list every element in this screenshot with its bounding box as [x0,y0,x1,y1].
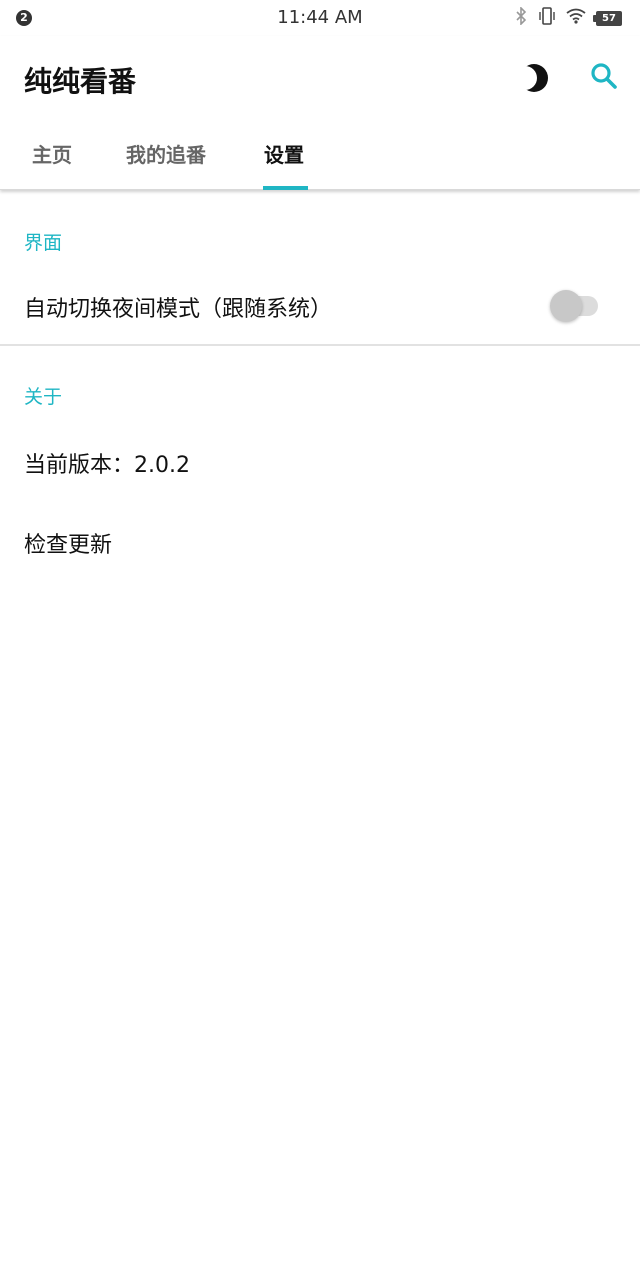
tab-settings[interactable]: 设置 [264,140,304,190]
app-title: 纯纯看番 [24,65,137,98]
section-header-about: 关于 [24,386,63,408]
night-mode-button[interactable] [513,60,552,96]
bluetooth-icon [514,6,528,29]
wifi-icon [566,8,586,28]
toggle-thumb [550,290,582,322]
check-update-item[interactable]: 检查更新 [24,527,112,559]
tab-following[interactable]: 我的追番 [126,140,206,190]
auto-night-mode-toggle[interactable] [550,288,602,322]
app-bar: 纯纯看番 主页 我的追番 设置 [0,36,640,190]
status-icons: 57 [514,6,622,29]
tab-home[interactable]: 主页 [32,140,72,190]
section-header-interface: 界面 [24,232,63,254]
battery-icon: 57 [593,10,622,26]
moon-icon [513,64,548,92]
vibrate-icon [538,7,556,29]
section-divider [0,344,640,346]
tab-indicator [263,186,308,190]
search-button[interactable] [586,58,622,94]
status-bar: 2 11:44 AM 57 [0,0,640,36]
tab-bar: 主页 我的追番 设置 [0,140,640,190]
search-icon [591,63,617,89]
version-label[interactable]: 当前版本：2.0.2 [24,447,190,479]
auto-night-mode-label[interactable]: 自动切换夜间模式（跟随系统） [24,291,332,323]
